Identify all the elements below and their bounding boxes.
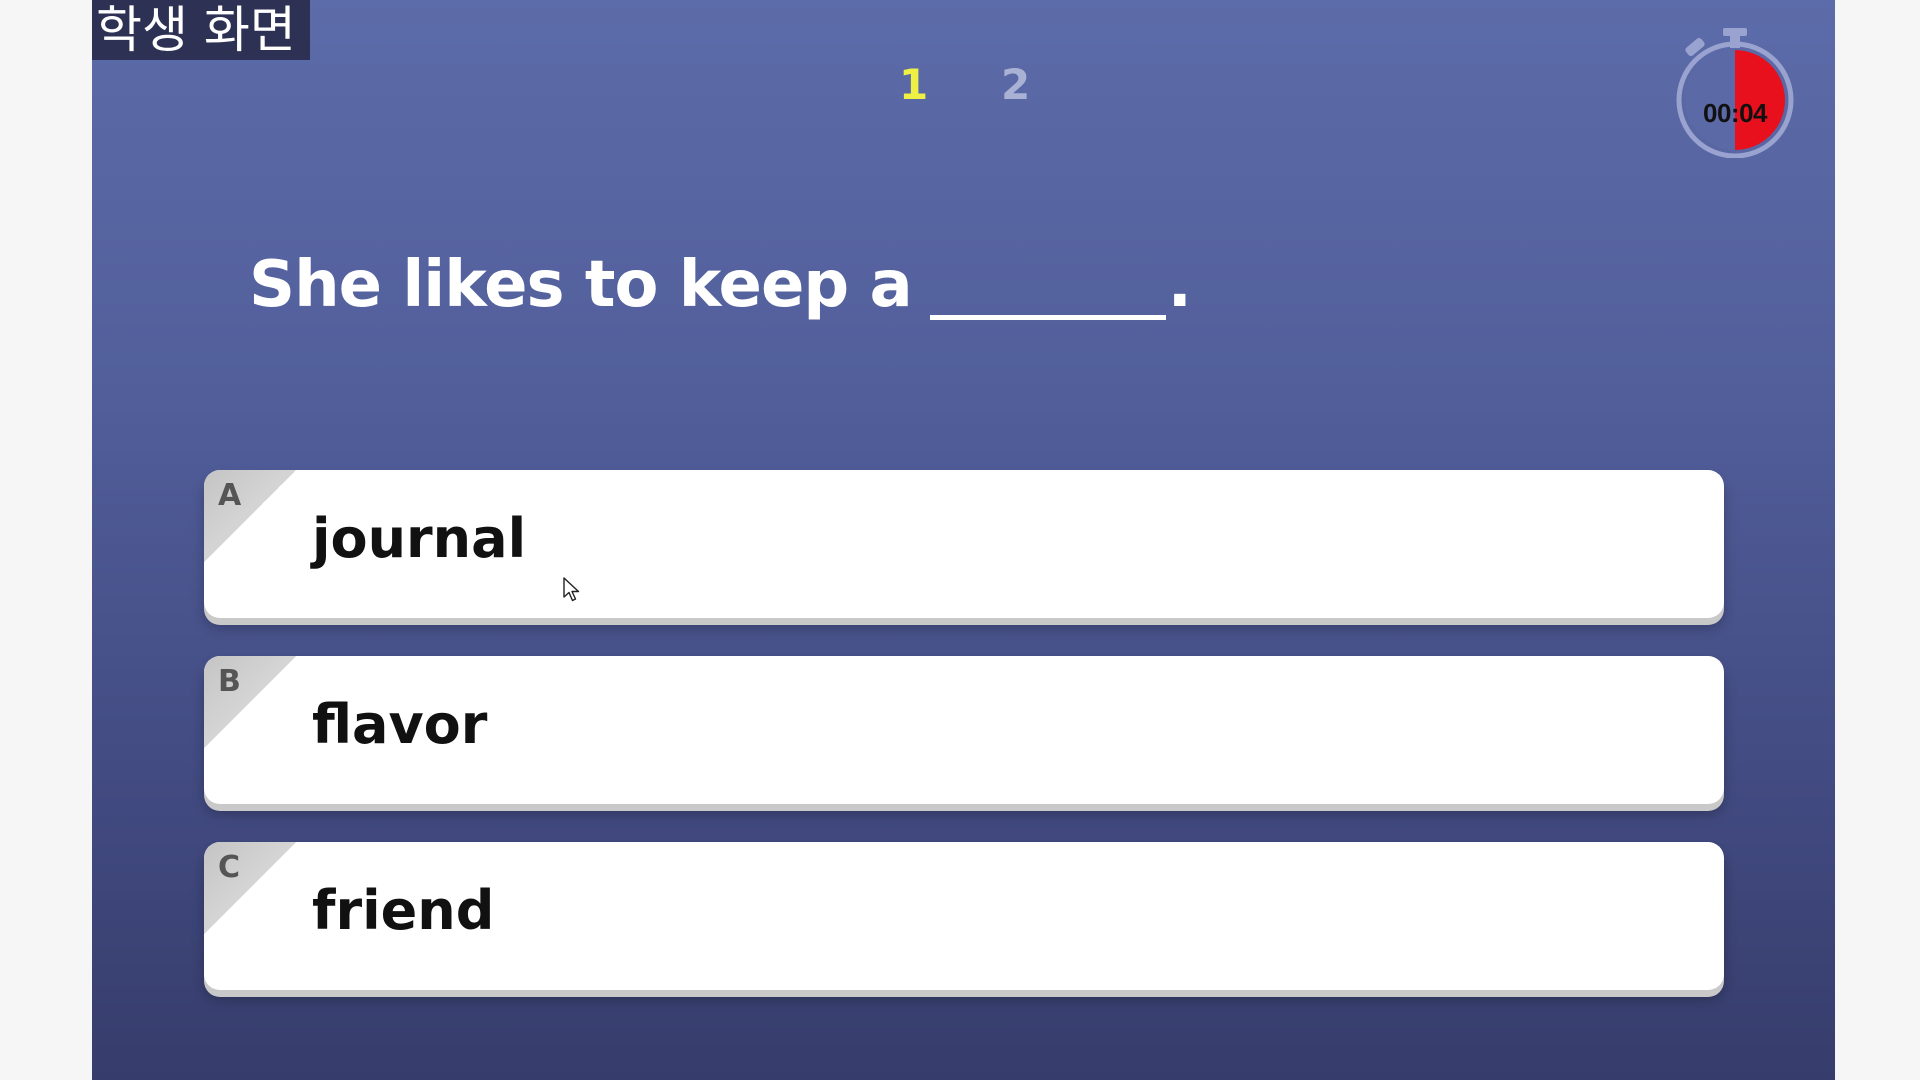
screen-label: 학생 화면 bbox=[92, 0, 310, 60]
answer-blank bbox=[929, 255, 1166, 320]
timer-readout: 00:04 bbox=[1703, 98, 1768, 128]
answer-options: A journal B flavor C friend bbox=[204, 470, 1724, 1028]
stopwatch-icon bbox=[1676, 28, 1794, 158]
option-letter: A bbox=[218, 478, 242, 513]
option-letter: B bbox=[218, 664, 241, 699]
option-label: journal bbox=[312, 507, 527, 570]
question-sentence: She likes to keep a bbox=[249, 248, 913, 322]
question-text: She likes to keep a. bbox=[249, 240, 1192, 330]
option-b[interactable]: B flavor bbox=[204, 656, 1724, 804]
option-letter: C bbox=[218, 850, 241, 885]
option-c[interactable]: C friend bbox=[204, 842, 1724, 990]
option-label: friend bbox=[312, 879, 495, 942]
countdown-timer: 00:04 bbox=[1675, 28, 1795, 158]
page-1-tab[interactable]: 1 bbox=[899, 60, 928, 110]
option-a[interactable]: A journal bbox=[204, 470, 1724, 618]
question-pager: 1 2 bbox=[92, 60, 1835, 120]
question-end: . bbox=[1167, 248, 1192, 322]
quiz-stage: 1 2 00:04 She likes to keep a. A journal… bbox=[92, 0, 1835, 1080]
mouse-pointer-icon bbox=[563, 577, 580, 602]
page-2-tab[interactable]: 2 bbox=[1001, 60, 1030, 110]
option-label: flavor bbox=[312, 693, 488, 756]
